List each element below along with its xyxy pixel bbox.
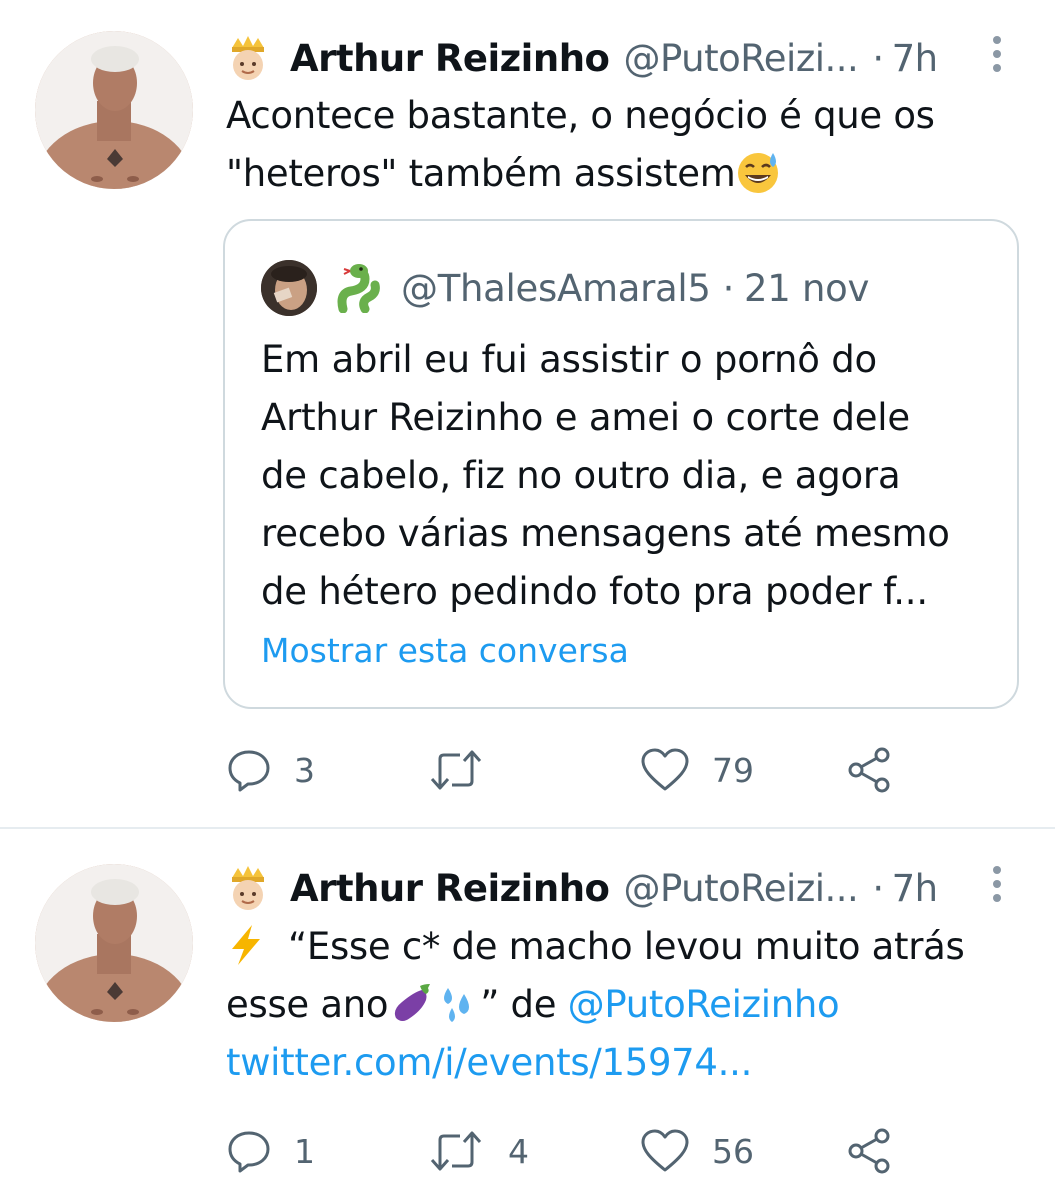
author-avatar[interactable]: [35, 31, 193, 189]
share-icon: [848, 1128, 890, 1174]
tweet[interactable]: Arthur Reizinho @PutoReizi... · 7h Acont…: [0, 0, 1055, 828]
quoted-tweet-date[interactable]: 21 nov: [744, 267, 869, 310]
retweet-count: 4: [508, 1131, 529, 1171]
author-name[interactable]: Arthur Reizinho: [290, 867, 610, 910]
tweet-header: Arthur Reizinho @PutoReizi... · 7h: [226, 30, 938, 86]
more-options-icon[interactable]: [985, 34, 1009, 74]
quoted-tweet[interactable]: @ThalesAmaral5 · 21 nov Em abril eu fui …: [223, 219, 1019, 709]
like-count: 79: [712, 750, 754, 790]
tweet-actions: 1 4 56: [226, 1121, 926, 1181]
retweet-icon: [430, 750, 482, 790]
prince-emoji-icon: [232, 866, 264, 910]
tweet-time[interactable]: 7h: [892, 867, 939, 910]
tweet-time[interactable]: 7h: [892, 37, 939, 80]
prince-emoji-icon: [232, 36, 264, 80]
tweet-text-segment: esse ano: [226, 983, 389, 1026]
eggplant-emoji-icon: [395, 983, 431, 1021]
reply-count: 1: [294, 1131, 315, 1171]
share-button[interactable]: [846, 740, 894, 800]
url-link[interactable]: twitter.com/i/events/15974...: [226, 1041, 752, 1084]
tweet-text-line: "heteros" também assistem: [226, 145, 935, 203]
quoted-tweet-header: @ThalesAmaral5 · 21 nov: [261, 257, 869, 319]
reply-button[interactable]: 1: [226, 1121, 315, 1181]
share-button[interactable]: [846, 1121, 894, 1181]
reply-icon: [228, 1131, 270, 1173]
author-handle[interactable]: @PutoReizi...: [623, 867, 858, 910]
author-handle[interactable]: @PutoReizi...: [623, 37, 858, 80]
reply-count: 3: [294, 750, 315, 790]
quoted-text-line: Arthur Reizinho e amei o corte dele: [261, 396, 910, 439]
retweet-icon: [430, 1131, 482, 1171]
tweet-text-line-content: "heteros" também assistem: [226, 152, 736, 195]
quoted-text-line: de cabelo, fiz no outro dia, e agora: [261, 454, 901, 497]
like-count: 56: [712, 1131, 754, 1171]
more-options-icon[interactable]: [985, 864, 1009, 904]
show-conversation-link[interactable]: Mostrar esta conversa: [261, 631, 629, 670]
share-icon: [848, 747, 890, 793]
quoted-text-line: de hétero pedindo foto pra poder f...: [261, 570, 928, 613]
author-name[interactable]: Arthur Reizinho: [290, 37, 610, 80]
snake-emoji-icon: [337, 264, 380, 313]
tweet-text-segment: ” de: [480, 983, 568, 1026]
tweet-text: Acontece bastante, o negócio é que os "h…: [226, 87, 935, 203]
tweet-text: “Esse c* de macho levou muito atrás esse…: [226, 918, 965, 1092]
sweat-droplets-emoji-icon: [444, 987, 470, 1022]
reply-icon: [228, 750, 270, 792]
reply-button[interactable]: 3: [226, 740, 315, 800]
tweet-text-line: twitter.com/i/events/15974...: [226, 1034, 964, 1092]
grinning-sweat-emoji-icon: [738, 152, 779, 193]
tweet-actions: 3 79: [226, 740, 926, 800]
quoted-text-line: Em abril eu fui assistir o pornô do: [261, 338, 877, 381]
mention-link[interactable]: @PutoReizinho: [568, 983, 840, 1026]
quoted-author-avatar[interactable]: [261, 260, 317, 316]
author-avatar[interactable]: [35, 864, 193, 1022]
quoted-header-separator: ·: [722, 266, 735, 310]
retweet-button[interactable]: [426, 740, 508, 800]
header-separator: ·: [872, 36, 884, 80]
tweet-text-line: “Esse c* de macho levou muito atrás: [226, 918, 965, 976]
tweet-text-line: esse ano ” de @PutoReizinho: [226, 976, 964, 1034]
like-button[interactable]: 56: [640, 1121, 754, 1181]
tweet-header: Arthur Reizinho @PutoReizi... · 7h: [226, 860, 938, 916]
heart-icon: [641, 1129, 689, 1172]
quoted-tweet-text: Em abril eu fui assistir o pornô do Arth…: [261, 331, 950, 621]
retweet-button[interactable]: 4: [426, 1121, 529, 1181]
heart-icon: [641, 748, 689, 791]
tweet-text-line-content: “Esse c* de macho levou muito atrás: [288, 925, 965, 968]
quoted-author-handle[interactable]: @ThalesAmaral5: [401, 267, 711, 310]
header-separator: ·: [872, 866, 884, 910]
lightning-emoji-icon: [232, 924, 260, 965]
tweet-text-line: Acontece bastante, o negócio é que os: [226, 94, 935, 137]
tweet-divider: [0, 827, 1055, 829]
quoted-text-line: recebo várias mensagens até mesmo: [261, 512, 950, 555]
like-button[interactable]: 79: [640, 740, 754, 800]
